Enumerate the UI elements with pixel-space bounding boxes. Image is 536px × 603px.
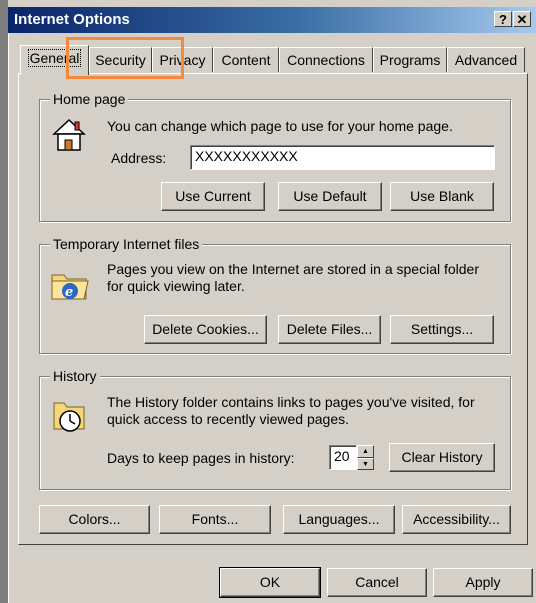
accessibility-button[interactable]: Accessibility... — [402, 505, 511, 534]
use-default-button[interactable]: Use Default — [278, 182, 382, 211]
close-button[interactable]: ✕ — [513, 11, 531, 27]
apply-button[interactable]: Apply — [433, 568, 533, 597]
tab-content[interactable]: Content — [213, 47, 279, 72]
address-input[interactable]: XXXXXXXXXXX — [190, 145, 495, 170]
colors-button[interactable]: Colors... — [39, 505, 150, 534]
tab-advanced[interactable]: Advanced — [447, 47, 525, 72]
stepper-down-icon[interactable]: ▼ — [357, 457, 374, 470]
history-description-line2: quick access to recently viewed pages. — [107, 411, 350, 427]
home-page-group: Home page You can change which page to u… — [39, 91, 511, 222]
house-icon — [52, 118, 86, 151]
history-group: History The History folder contains link… — [39, 368, 511, 490]
svg-text:e: e — [65, 285, 73, 300]
days-input[interactable]: 20 — [329, 445, 357, 470]
address-label: Address: — [111, 150, 167, 166]
use-current-button[interactable]: Use Current — [161, 182, 265, 211]
tab-connections[interactable]: Connections — [279, 47, 373, 72]
temp-files-group: Temporary Internet files e Pages you vie… — [39, 236, 511, 354]
clear-history-button[interactable]: Clear History — [389, 443, 495, 472]
tab-programs[interactable]: Programs — [373, 47, 447, 72]
temp-files-description-line2: for quick viewing later. — [107, 278, 245, 294]
settings-button[interactable]: Settings... — [390, 315, 494, 344]
annotation-highlight-box — [66, 37, 184, 79]
help-button[interactable]: ? — [494, 11, 512, 27]
delete-files-button[interactable]: Delete Files... — [278, 315, 381, 344]
history-description-line1: The History folder contains links to pag… — [107, 394, 475, 410]
fonts-button[interactable]: Fonts... — [159, 505, 271, 534]
history-clock-icon — [53, 402, 85, 432]
cancel-button[interactable]: Cancel — [327, 568, 427, 597]
days-stepper[interactable]: ▲ ▼ — [357, 445, 374, 470]
use-blank-button[interactable]: Use Blank — [390, 182, 494, 211]
days-label: Days to keep pages in history: — [107, 450, 295, 466]
title-bar[interactable]: Internet Options ? ✕ — [8, 7, 536, 33]
delete-cookies-button[interactable]: Delete Cookies... — [144, 315, 267, 344]
temp-files-legend: Temporary Internet files — [50, 236, 203, 252]
home-page-description: You can change which page to use for you… — [107, 118, 453, 134]
desktop-edge — [0, 0, 8, 603]
history-legend: History — [50, 368, 100, 384]
window-title: Internet Options — [14, 11, 130, 28]
ie-folder-icon: e — [51, 274, 89, 300]
home-page-legend: Home page — [50, 91, 129, 107]
temp-files-description-line1: Pages you view on the Internet are store… — [107, 261, 479, 277]
stepper-up-icon[interactable]: ▲ — [357, 445, 374, 458]
general-tab-panel: Home page You can change which page to u… — [18, 73, 528, 545]
ok-button[interactable]: OK — [219, 567, 321, 598]
languages-button[interactable]: Languages... — [283, 505, 395, 534]
